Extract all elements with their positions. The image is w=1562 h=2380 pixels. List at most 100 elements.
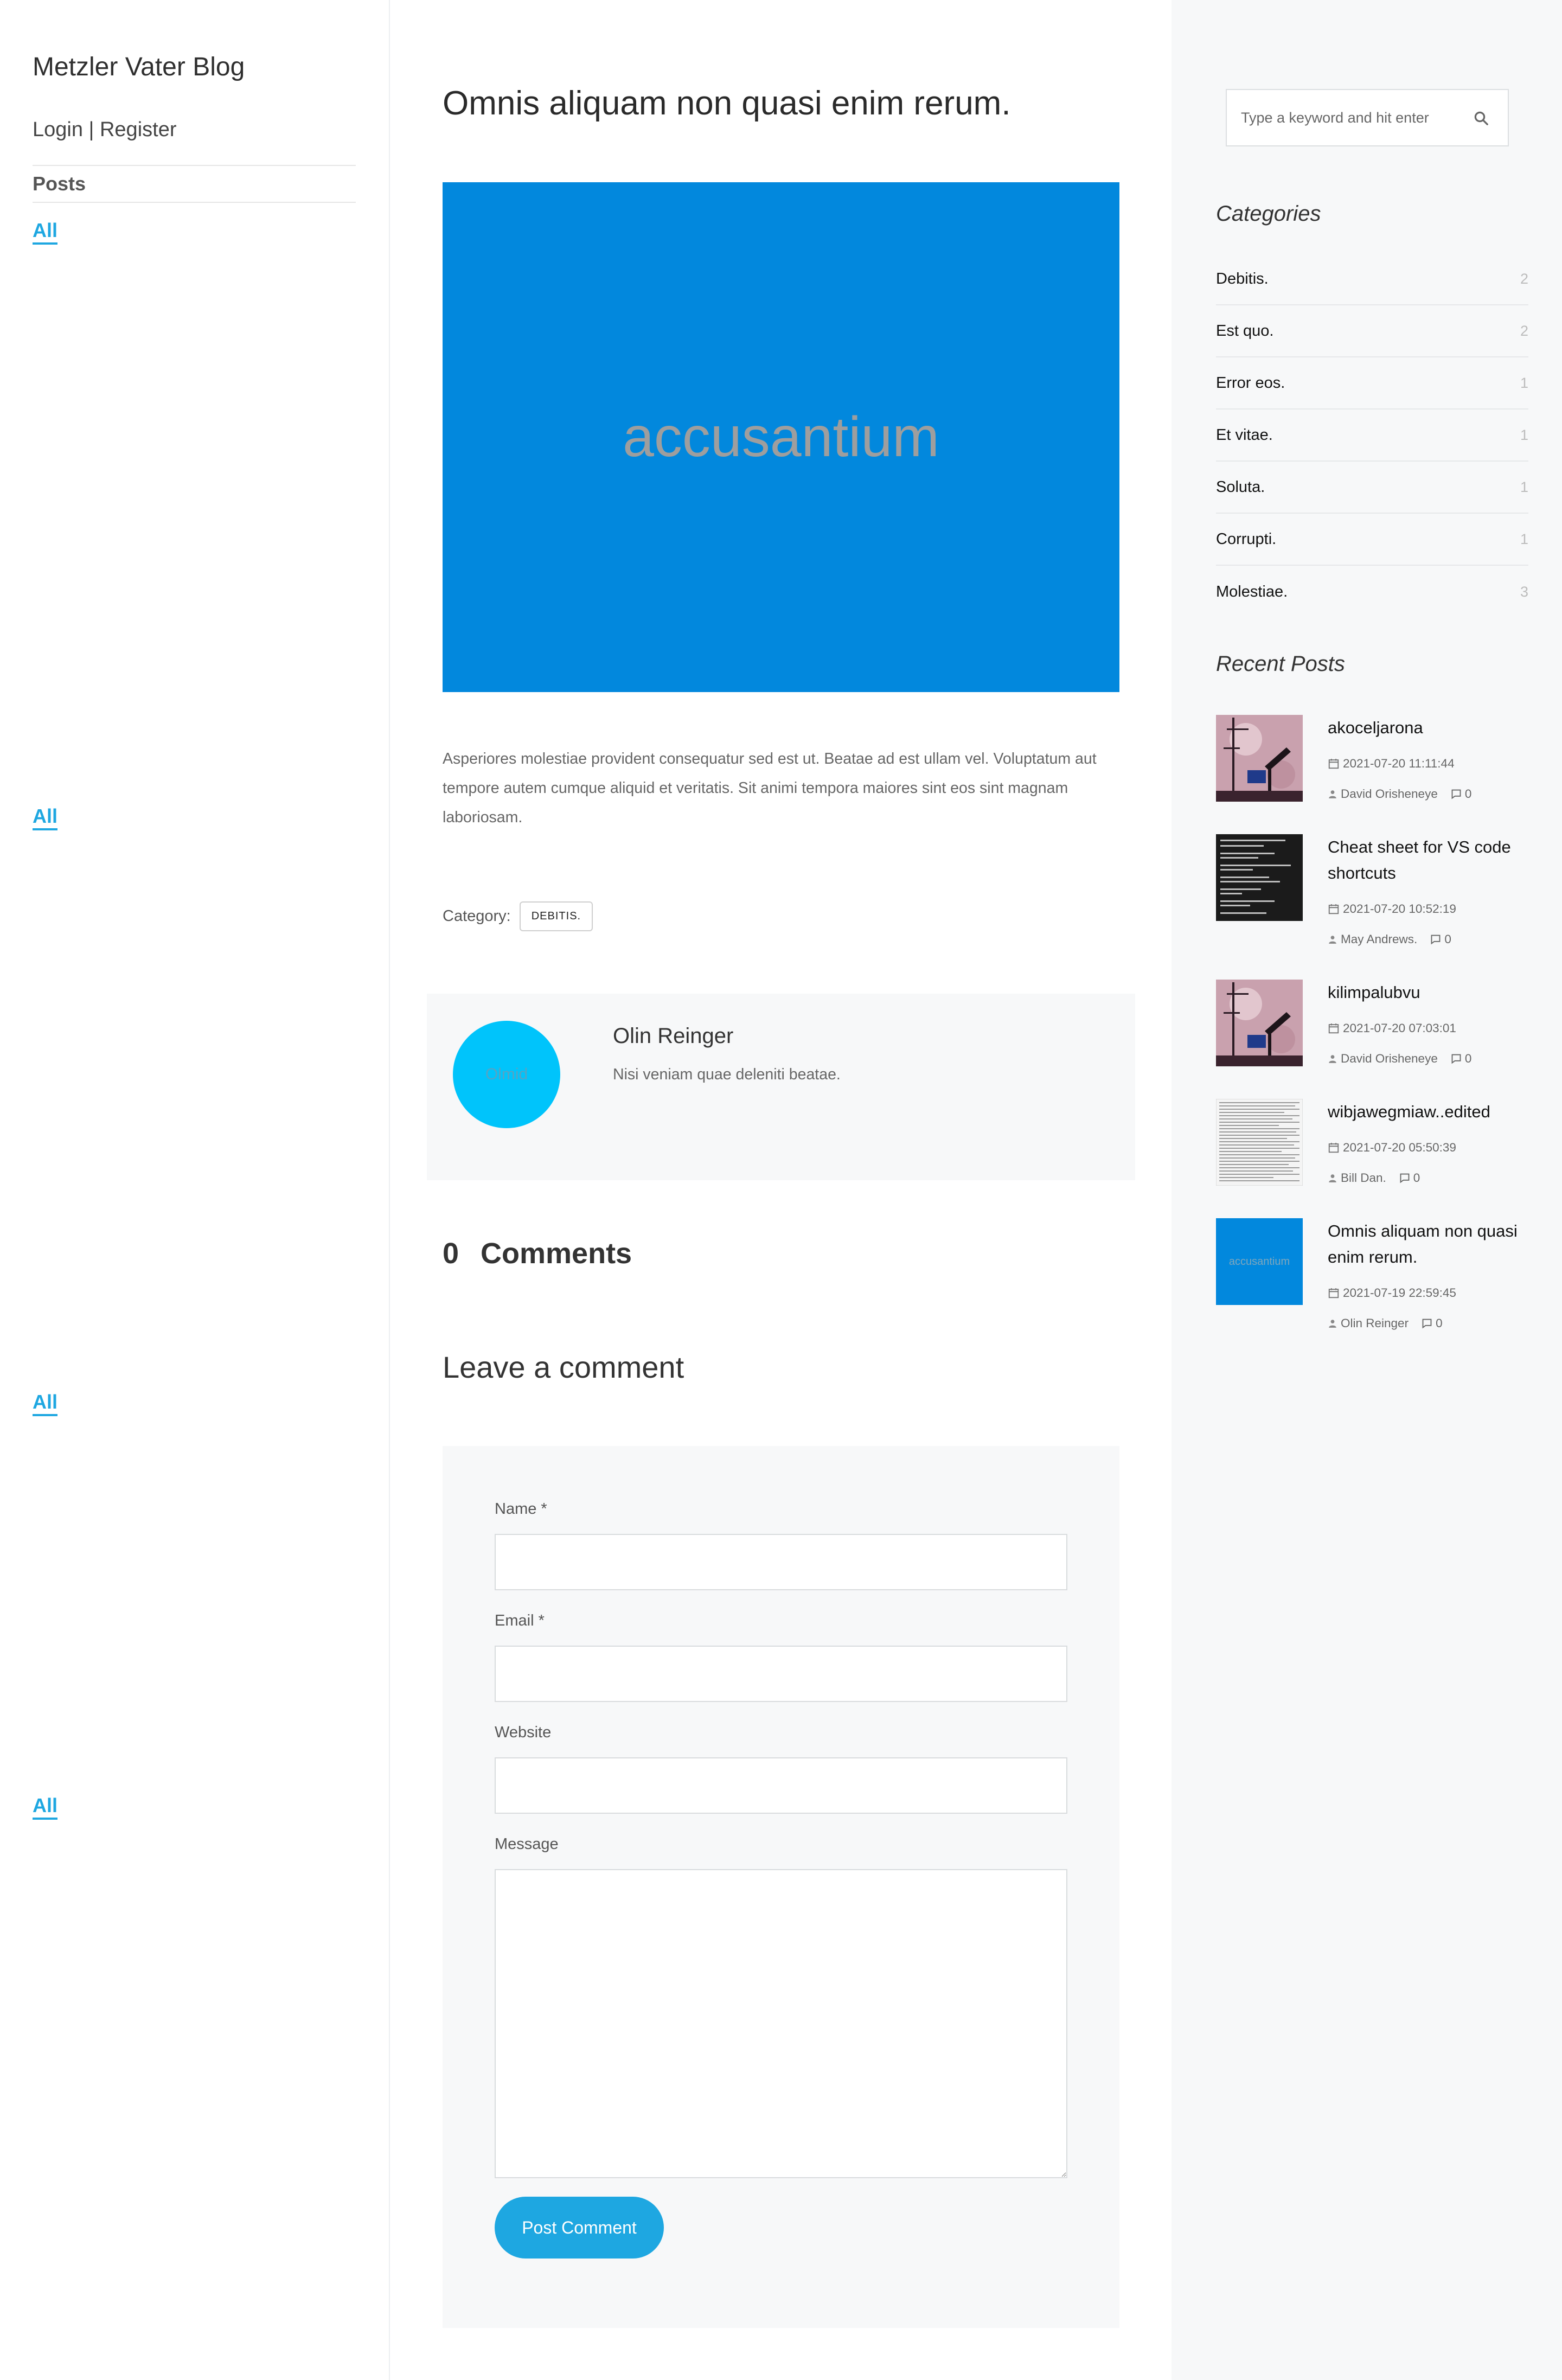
recent-post-title[interactable]: kilimpalubvu bbox=[1328, 980, 1534, 1006]
comment-form: Name * Email * Website Message Post Comm… bbox=[443, 1446, 1119, 2328]
nav-all-link[interactable]: All bbox=[33, 1391, 58, 1417]
user-icon bbox=[1329, 1055, 1336, 1063]
message-label: Message bbox=[495, 1835, 559, 1853]
recent-post-meta: David Orisheneye 0 bbox=[1328, 787, 1471, 801]
author-text: May Andrews. bbox=[1341, 932, 1418, 946]
calendar-icon bbox=[1328, 1143, 1339, 1153]
author-text: Bill Dan. bbox=[1341, 1171, 1386, 1185]
recent-post-item[interactable]: kilimpalubvu 2021-07-20 07:03:01 David O… bbox=[1216, 980, 1528, 1083]
comment-count: 0 bbox=[1464, 1052, 1472, 1065]
recent-post-thumbnail[interactable] bbox=[1216, 715, 1303, 802]
recent-post-date: 2021-07-19 22:59:45 bbox=[1328, 1286, 1456, 1300]
category-count: 3 bbox=[1520, 583, 1528, 600]
user-icon bbox=[1329, 1174, 1336, 1182]
category-name[interactable]: Est quo. bbox=[1216, 322, 1273, 340]
search-box bbox=[1226, 89, 1509, 146]
register-link[interactable]: Register bbox=[100, 118, 177, 141]
author-text: David Orisheneye bbox=[1341, 1052, 1438, 1065]
author-name: Olin Reinger bbox=[613, 1024, 734, 1048]
date-text: 2021-07-19 22:59:45 bbox=[1343, 1286, 1456, 1300]
category-count: 2 bbox=[1520, 270, 1528, 287]
post-comment-button[interactable]: Post Comment bbox=[495, 2197, 664, 2259]
website-label: Website bbox=[495, 1724, 552, 1741]
recent-post-thumbnail[interactable] bbox=[1216, 980, 1303, 1066]
post-hero-image: accusantium bbox=[443, 182, 1119, 692]
nav-all-link[interactable]: All bbox=[33, 805, 58, 831]
category-count: 1 bbox=[1520, 374, 1528, 391]
category-count: 1 bbox=[1520, 530, 1528, 547]
recent-post-date: 2021-07-20 05:50:39 bbox=[1328, 1141, 1456, 1155]
date-text: 2021-07-20 05:50:39 bbox=[1343, 1141, 1456, 1154]
category-name[interactable]: Molestiae. bbox=[1216, 583, 1288, 601]
category-item[interactable]: Soluta. 1 bbox=[1216, 462, 1528, 514]
leave-comment-heading: Leave a comment bbox=[443, 1350, 684, 1384]
main-content: Omnis aliquam non quasi enim rerum. accu… bbox=[391, 0, 1172, 2380]
search-button[interactable] bbox=[1471, 108, 1491, 129]
date-text: 2021-07-20 07:03:01 bbox=[1343, 1021, 1456, 1035]
post-category: Category: DEBITIS. bbox=[443, 901, 593, 931]
sidebar-divider bbox=[33, 165, 356, 166]
category-label: Category: bbox=[443, 907, 511, 925]
recent-post-meta: Olin Reinger 0 bbox=[1328, 1316, 1443, 1330]
recent-post-meta: May Andrews. 0 bbox=[1328, 932, 1451, 946]
recent-post-date: 2021-07-20 11:11:44 bbox=[1328, 757, 1455, 771]
nav-all-link[interactable]: All bbox=[33, 219, 58, 245]
category-item[interactable]: Molestiae. 3 bbox=[1216, 566, 1528, 618]
category-name[interactable]: Debitis. bbox=[1216, 270, 1269, 288]
author-text: Olin Reinger bbox=[1341, 1316, 1409, 1330]
comment-icon bbox=[1451, 789, 1461, 799]
nav-all-link[interactable]: All bbox=[33, 1794, 58, 1820]
site-title[interactable]: Metzler Vater Blog bbox=[33, 52, 245, 82]
category-item[interactable]: Debitis. 2 bbox=[1216, 253, 1528, 305]
category-name[interactable]: Et vitae. bbox=[1216, 426, 1273, 444]
email-label: Email * bbox=[495, 1612, 545, 1629]
avatar-text: Olmid bbox=[485, 1065, 528, 1083]
login-link[interactable]: Login bbox=[33, 118, 83, 141]
website-field[interactable] bbox=[495, 1757, 1067, 1814]
recent-post-item[interactable]: akoceljarona 2021-07-20 11:11:44 David O… bbox=[1216, 715, 1528, 818]
recent-post-item[interactable]: accusantium Omnis aliquam non quasi enim… bbox=[1216, 1218, 1528, 1330]
recent-post-item[interactable]: wibjawegmiaw..edited 2021-07-20 05:50:39… bbox=[1216, 1099, 1528, 1202]
category-item[interactable]: Corrupti. 1 bbox=[1216, 514, 1528, 566]
post-title: Omnis aliquam non quasi enim rerum. bbox=[443, 85, 1011, 122]
name-field[interactable] bbox=[495, 1534, 1067, 1590]
right-sidebar: Categories Debitis. 2 Est quo. 2 Error eos… bbox=[1172, 0, 1562, 2380]
recent-post-title[interactable]: Cheat sheet for VS code shortcuts bbox=[1328, 834, 1534, 886]
recent-post-thumbnail[interactable] bbox=[1216, 834, 1303, 921]
category-item[interactable]: Error eos. 1 bbox=[1216, 357, 1528, 410]
category-name[interactable]: Error eos. bbox=[1216, 374, 1285, 392]
category-item[interactable]: Et vitae. 1 bbox=[1216, 410, 1528, 462]
comment-icon bbox=[1451, 1054, 1461, 1064]
email-field[interactable] bbox=[495, 1646, 1067, 1702]
category-tag[interactable]: DEBITIS. bbox=[519, 901, 593, 931]
recent-post-item[interactable]: Cheat sheet for VS code shortcuts 2021-0… bbox=[1216, 834, 1528, 946]
comment-icon bbox=[1400, 1173, 1410, 1183]
sidebar-divider bbox=[33, 202, 356, 203]
recent-post-thumbnail[interactable]: accusantium bbox=[1216, 1218, 1303, 1305]
recent-post-title[interactable]: Omnis aliquam non quasi enim rerum. bbox=[1328, 1218, 1534, 1270]
author-bio: Nisi veniam quae deleniti beatae. bbox=[613, 1066, 841, 1083]
posts-heading: Posts bbox=[33, 172, 86, 195]
message-field[interactable] bbox=[495, 1869, 1067, 2178]
recent-post-title[interactable]: wibjawegmiaw..edited bbox=[1328, 1099, 1534, 1125]
category-name[interactable]: Corrupti. bbox=[1216, 530, 1276, 548]
left-sidebar: Metzler Vater Blog Login | Register Post… bbox=[0, 0, 390, 2380]
recent-post-thumbnail[interactable] bbox=[1216, 1099, 1303, 1186]
avatar: Olmid bbox=[453, 1021, 560, 1128]
recent-post-title[interactable]: akoceljarona bbox=[1328, 715, 1534, 741]
category-count: 1 bbox=[1520, 478, 1528, 495]
user-icon bbox=[1329, 790, 1336, 798]
author-box: Olmid Olin Reinger Nisi veniam quae dele… bbox=[427, 994, 1135, 1180]
category-item[interactable]: Est quo. 2 bbox=[1216, 305, 1528, 357]
user-icon bbox=[1329, 1320, 1336, 1328]
comment-count: 0 bbox=[1413, 1171, 1420, 1185]
calendar-icon bbox=[1328, 904, 1339, 914]
search-input[interactable] bbox=[1227, 109, 1465, 126]
category-name[interactable]: Soluta. bbox=[1216, 478, 1265, 496]
date-text: 2021-07-20 11:11:44 bbox=[1343, 757, 1455, 770]
date-text: 2021-07-20 10:52:19 bbox=[1343, 902, 1456, 916]
post-body: Asperiores molestiae provident consequat… bbox=[443, 750, 1097, 826]
user-icon bbox=[1329, 936, 1336, 944]
comment-icon bbox=[1431, 935, 1441, 945]
categories-list: Debitis. 2 Est quo. 2 Error eos. 1 Et vitae… bbox=[1216, 253, 1528, 618]
